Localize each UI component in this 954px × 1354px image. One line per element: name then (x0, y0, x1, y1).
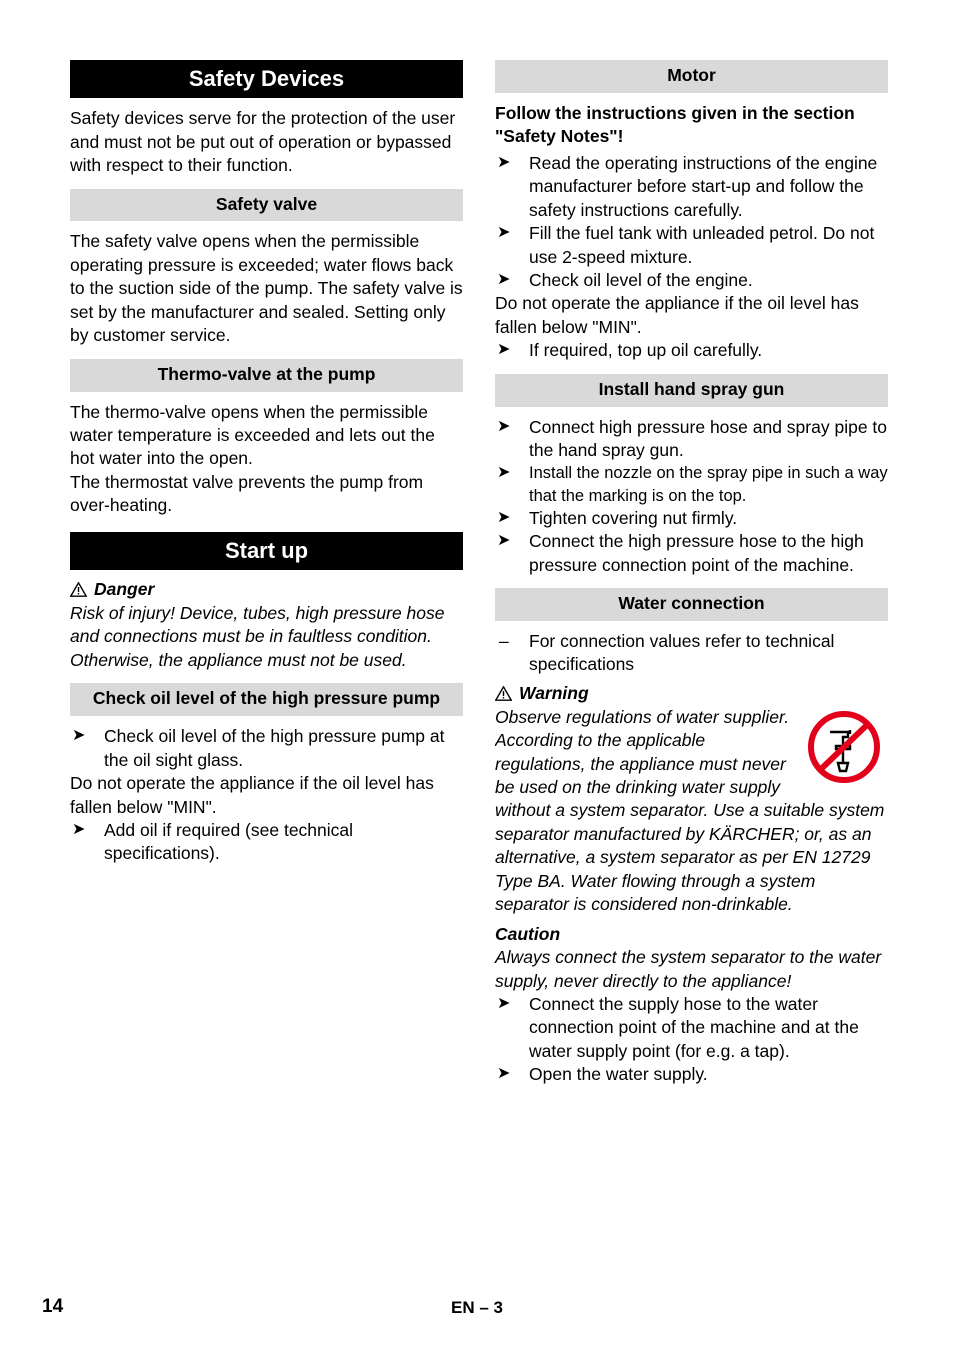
list-item: ➤ Connect the high pressure hose to the h… (497, 531, 864, 575)
arrow-right-bullet-icon: ➤ (497, 153, 511, 171)
safety-devices-intro: Safety devices serve for the protection … (70, 108, 456, 176)
list-item: ➤ Add oil if required (see technical spec… (72, 819, 354, 864)
list-item: ➤ Check oil level of the high pressure pu… (72, 726, 445, 770)
list-item: ➤ Read the operating instructions of the … (497, 152, 878, 220)
caution-label: Caution (495, 923, 561, 944)
section-header-safety-devices: Safety Devices (70, 60, 463, 99)
document-page: Safety Devices Safety devices serve for … (0, 0, 954, 1354)
two-column-layout: Safety Devices Safety devices serve for … (70, 60, 888, 1087)
list-item: ➤ Connect the supply hose to the water co… (497, 993, 859, 1061)
list-item: ➤ Tighten covering nut firmly. (497, 507, 738, 528)
dash-bullet-icon: – (499, 630, 509, 651)
arrow-right-bullet-icon: ➤ (497, 417, 511, 435)
list-item: ➤ Connect high pressure hose and spray pi… (497, 416, 888, 460)
list-item: ➤ Install the nozzle on the spray pipe in… (497, 464, 888, 505)
page-footer: 14 EN – 3 (0, 1296, 954, 1326)
arrow-right-bullet-icon: ➤ (497, 508, 511, 526)
warning-triangle-icon (495, 685, 512, 701)
arrow-right-bullet-icon: ➤ (497, 464, 511, 482)
water-connection-values: – For connection values refer to technica… (495, 630, 888, 677)
arrow-right-bullet-icon: ➤ (497, 270, 511, 288)
left-column: Safety Devices Safety devices serve for … (70, 60, 463, 1087)
warning-triangle-icon (70, 582, 87, 597)
water-connection-steps: ➤ Connect the supply hose to the water co… (495, 993, 888, 1087)
warning-notice-heading: Warning (495, 683, 888, 704)
arrow-right-bullet-icon: ➤ (497, 532, 511, 550)
arrow-right-bullet-icon: ➤ (72, 727, 86, 745)
footer-language-page: EN – 3 (451, 1298, 503, 1317)
check-oil-steps-2: ➤ Add oil if required (see technical spec… (70, 819, 463, 866)
check-oil-steps-1: ➤ Check oil level of the high pressure pu… (70, 725, 463, 772)
list-item: ➤ Fill the fuel tank with unleaded petrol… (497, 223, 875, 267)
right-column: Motor Follow the instructions given in t… (495, 60, 888, 1087)
check-oil-note: Do not operate the appliance if the oil … (70, 773, 434, 817)
motor-note: Do not operate the appliance if the oil … (495, 293, 859, 337)
no-drinking-water-icon (792, 708, 888, 786)
arrow-right-bullet-icon: ➤ (497, 994, 511, 1012)
list-item: – For connection values refer to technica… (499, 630, 835, 675)
caution-text: Always connect the system separator to t… (495, 947, 882, 991)
motor-steps-1: ➤ Read the operating instructions of the … (495, 152, 888, 293)
motor-steps-2: ➤ If required, top up oil carefully. (495, 339, 888, 362)
thermo-valve-body-1: The thermo-valve opens when the permissi… (70, 401, 435, 469)
motor-lead: Follow the instructions given in the sec… (495, 102, 855, 147)
subsection-header-motor: Motor (495, 60, 888, 93)
subsection-header-check-oil-level: Check oil level of the high pressure pum… (70, 683, 463, 717)
subsection-header-safety-valve: Safety valve (70, 188, 463, 222)
section-header-start-up: Start up (70, 531, 463, 571)
danger-text: Risk of injury! Device, tubes, high pres… (70, 603, 445, 670)
danger-label: Danger (94, 579, 155, 600)
hand-spray-gun-steps: ➤ Connect high pressure hose and spray pi… (495, 416, 888, 577)
arrow-right-bullet-icon: ➤ (497, 224, 511, 242)
warning-block: Observe regulations of water supplier. A… (495, 706, 888, 917)
list-item: ➤ Open the water supply. (497, 1064, 708, 1085)
list-item: ➤ If required, top up oil carefully. (497, 340, 763, 361)
danger-notice-heading: Danger (70, 579, 463, 600)
warning-label: Warning (519, 682, 589, 703)
subsection-header-install-hand-spray-gun: Install hand spray gun (495, 373, 888, 407)
subsection-header-water-connection: Water connection (495, 587, 888, 621)
subsection-header-thermo-valve: Thermo-valve at the pump (70, 358, 463, 392)
arrow-right-bullet-icon: ➤ (497, 341, 511, 359)
thermo-valve-body-2: The thermostat valve prevents the pump f… (70, 471, 424, 516)
arrow-right-bullet-icon: ➤ (497, 1065, 511, 1083)
safety-valve-body: The safety valve opens when the permissi… (70, 231, 463, 346)
arrow-right-bullet-icon: ➤ (72, 820, 86, 838)
list-item: ➤ Check oil level of the engine. (497, 269, 753, 290)
